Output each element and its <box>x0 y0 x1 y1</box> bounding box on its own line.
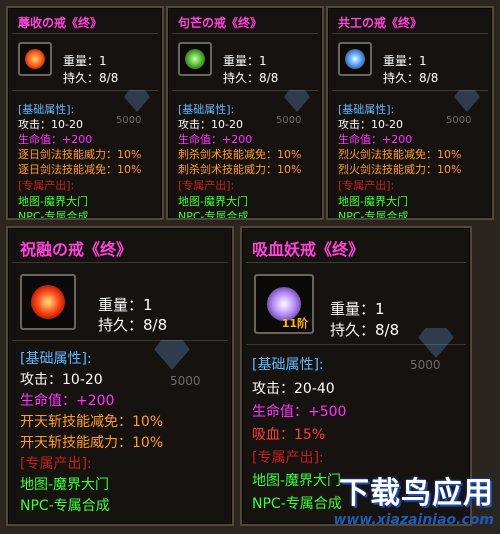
diamond-bg-icon <box>154 340 190 370</box>
durability-value: 8/8 <box>259 71 279 85</box>
base-attr-header: [基础属性]: <box>20 351 92 367</box>
source-map: 地图-魔界大门 <box>178 195 248 208</box>
base-attr-header: [基础属性]: <box>252 357 324 373</box>
attack-label: 攻击： <box>338 118 371 131</box>
skill-bonus-1: 开天斩技能减免：10% <box>20 414 164 430</box>
bg-value: 5000 <box>276 115 302 126</box>
skill-bonus-1: 烈火剑法技能减免：10% <box>338 148 462 161</box>
attack-value: 10-20 <box>62 372 103 388</box>
diamond-bg-icon <box>454 90 480 112</box>
bg-value: 5000 <box>170 374 201 388</box>
hp-value: +200 <box>76 393 115 409</box>
exclusive-header: [专属产出]: <box>338 179 395 192</box>
hp-value: +200 <box>222 133 253 146</box>
ring-icon[interactable] <box>178 42 212 76</box>
skill-bonus-2: 刺杀剑术技能威力：10% <box>178 163 302 176</box>
source-map: 地图-魔界大门 <box>252 473 342 489</box>
item-tooltip-card-3: 共工の戒《终》 重量：1 持久：8/8 5000 [基础属性]: 攻击：10-2… <box>326 6 494 220</box>
weight-value: 1 <box>419 54 427 68</box>
ring-icon[interactable]: 11阶 <box>254 274 314 334</box>
weight-label: 重量： <box>223 54 260 68</box>
item-title: 吸血妖戒《终》 <box>252 240 365 259</box>
durability-label: 持久： <box>383 71 420 85</box>
skill-bonus-1: 逐日剑法技能威力：10% <box>18 148 142 161</box>
tier-badge: 11阶 <box>281 317 308 330</box>
source-map: 地图-魔界大门 <box>338 195 408 208</box>
hp-value: +200 <box>382 133 413 146</box>
durability-label: 持久： <box>223 71 260 85</box>
diamond-bg-icon <box>284 90 310 112</box>
ring-icon[interactable] <box>338 42 372 76</box>
attack-label: 攻击： <box>252 381 294 397</box>
source-map: 地图-魔界大门 <box>18 195 88 208</box>
hp-label: 生命值： <box>252 404 308 420</box>
bg-value: 5000 <box>116 115 142 126</box>
ring-icon[interactable] <box>18 42 52 76</box>
durability-value: 8/8 <box>143 316 168 334</box>
attack-value: 10-20 <box>51 118 83 131</box>
item-tooltip-card-2: 句芒の戒《终》 重量：1 持久：8/8 5000 [基础属性]: 攻击：10-2… <box>166 6 324 220</box>
durability-value: 8/8 <box>419 71 439 85</box>
exclusive-header: [专属产出]: <box>20 456 92 472</box>
source-map: 地图-魔界大门 <box>20 477 110 493</box>
attack-label: 攻击： <box>18 118 51 131</box>
watermark-url: www.xiazainiao.com <box>333 512 494 528</box>
exclusive-header: [专属产出]: <box>178 179 235 192</box>
hp-value: +500 <box>308 404 347 420</box>
weight-value: 1 <box>259 54 267 68</box>
attack-label: 攻击： <box>178 118 211 131</box>
item-title: 祝融の戒《终》 <box>20 240 133 259</box>
diamond-bg-icon <box>124 90 150 112</box>
base-attr-header: [基础属性]: <box>178 103 235 116</box>
exclusive-header: [专属产出]: <box>252 450 324 466</box>
item-tooltip-card-1: 蓐收の戒《终》 重量：1 持久：8/8 5000 [基础属性]: 攻击：10-2… <box>6 6 164 220</box>
weight-label: 重量： <box>383 54 420 68</box>
durability-label: 持久： <box>330 321 376 339</box>
weight-label: 重量： <box>330 300 376 318</box>
source-npc: NPC-专属合成 <box>18 210 89 220</box>
hp-label: 生命值： <box>18 133 62 146</box>
attack-value: 10-20 <box>211 118 243 131</box>
bg-value: 5000 <box>410 358 441 372</box>
durability-value: 8/8 <box>99 71 119 85</box>
base-attr-header: [基础属性]: <box>338 103 395 116</box>
diamond-bg-icon <box>418 328 454 358</box>
lifesteal-label: 吸血： <box>252 427 294 443</box>
site-watermark: 下载鸟应用 www.xiazainiao.com <box>333 468 494 528</box>
item-title: 句芒の戒《终》 <box>178 16 263 30</box>
durability-label: 持久： <box>98 316 144 334</box>
hp-label: 生命值： <box>338 133 382 146</box>
weight-value: 1 <box>99 54 107 68</box>
attack-label: 攻击： <box>20 372 62 388</box>
attack-value: 10-20 <box>371 118 403 131</box>
ring-icon[interactable] <box>20 274 76 330</box>
weight-value: 1 <box>375 300 385 318</box>
hp-value: +200 <box>62 133 93 146</box>
skill-bonus-2: 逐日剑法技能减免：10% <box>18 163 142 176</box>
hp-label: 生命值： <box>178 133 222 146</box>
hp-label: 生命值： <box>20 393 76 409</box>
item-title: 共工の戒《终》 <box>338 16 423 30</box>
source-npc: NPC-专属合成 <box>20 498 110 514</box>
attack-value: 20-40 <box>294 381 335 397</box>
lifesteal-value: 15% <box>294 427 326 443</box>
exclusive-header: [专属产出]: <box>18 179 75 192</box>
source-npc: NPC-专属合成 <box>178 210 249 220</box>
durability-label: 持久： <box>63 71 100 85</box>
watermark-logo: 下载鸟应用 <box>339 476 494 511</box>
skill-bonus-2: 烈火剑法技能威力：10% <box>338 163 462 176</box>
bg-value: 5000 <box>446 115 472 126</box>
item-title: 蓐收の戒《终》 <box>18 16 103 30</box>
base-attr-header: [基础属性]: <box>18 103 75 116</box>
source-npc: NPC-专属合成 <box>338 210 409 220</box>
skill-bonus-1: 刺杀剑术技能减免：10% <box>178 148 302 161</box>
weight-label: 重量： <box>98 296 144 314</box>
durability-value: 8/8 <box>375 321 400 339</box>
item-tooltip-card-4: 祝融の戒《终》 重量：1 持久：8/8 5000 [基础属性]: 攻击：10-2… <box>6 226 234 526</box>
source-npc: NPC-专属合成 <box>252 496 342 512</box>
weight-label: 重量： <box>63 54 100 68</box>
weight-value: 1 <box>143 296 153 314</box>
skill-bonus-2: 开天斩技能威力：10% <box>20 435 164 451</box>
